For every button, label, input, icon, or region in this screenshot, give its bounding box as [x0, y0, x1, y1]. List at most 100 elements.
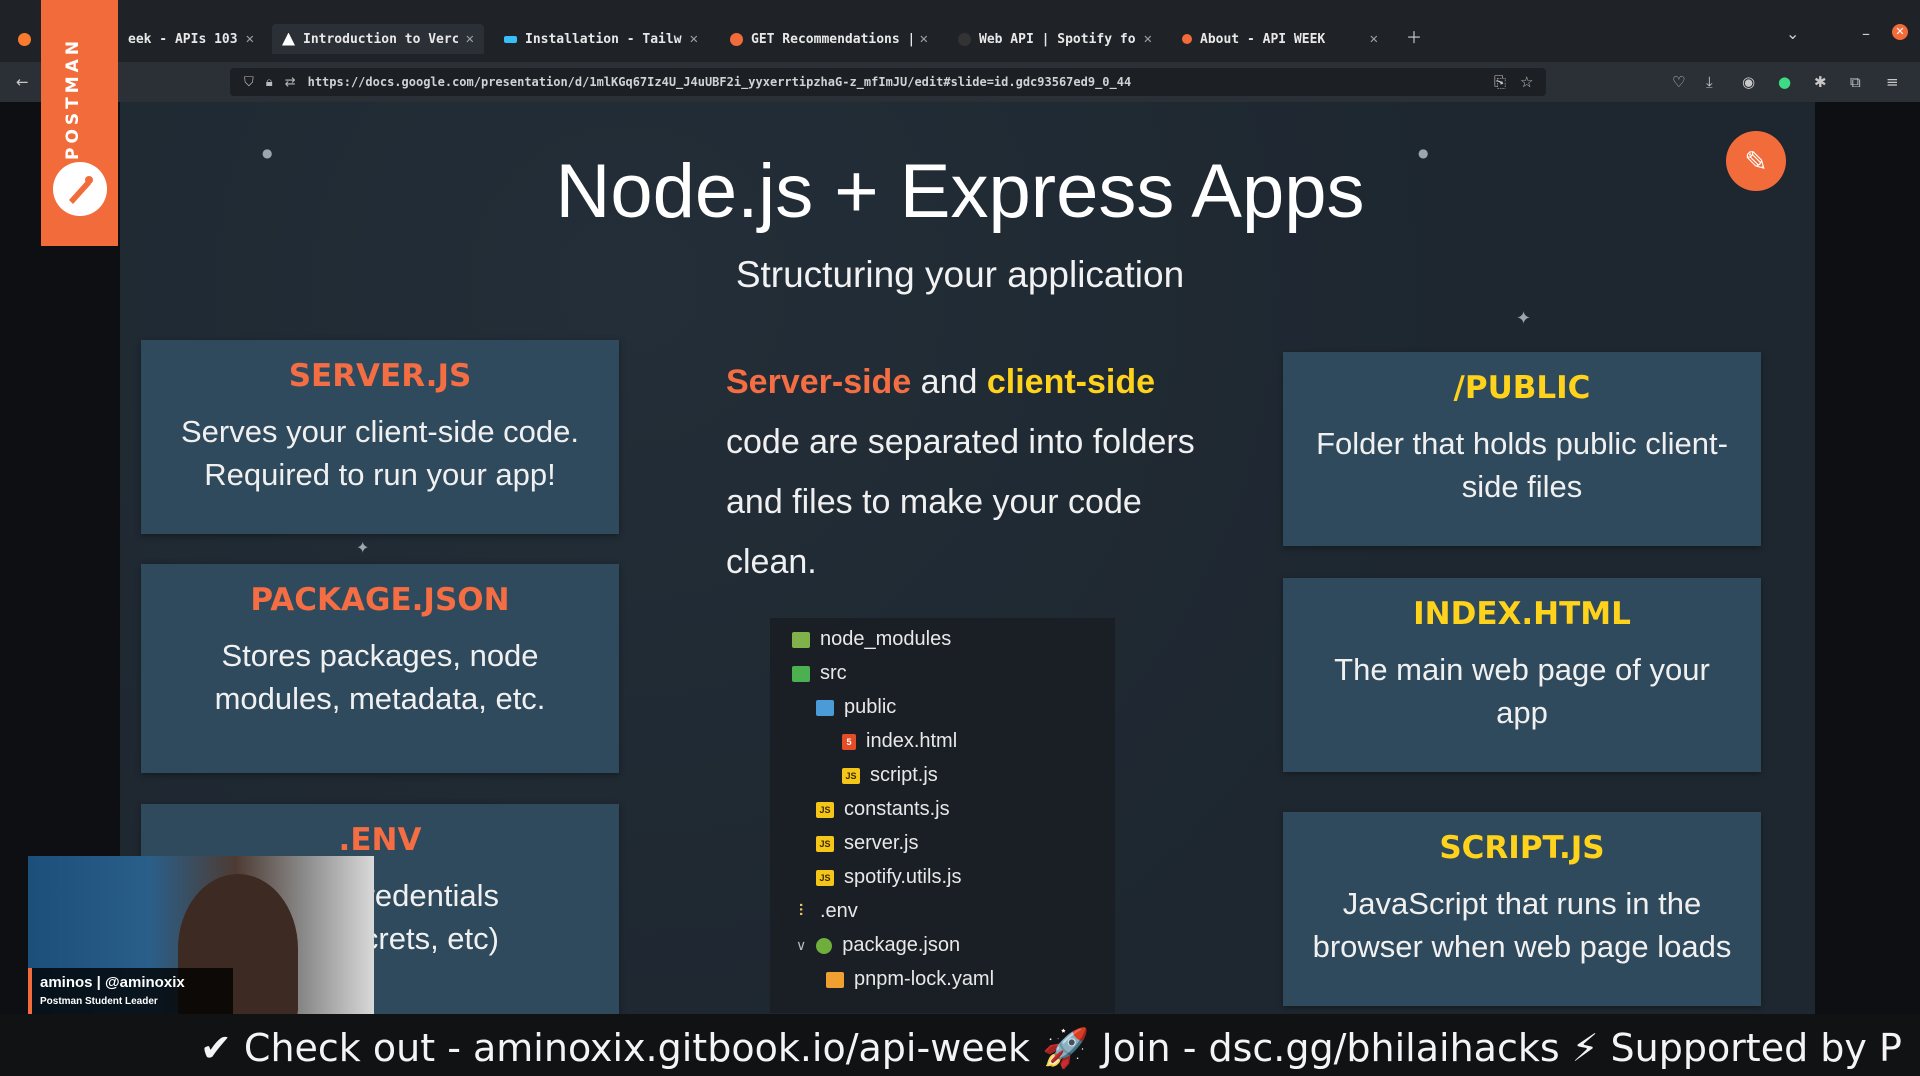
card-body: Serves your client-side code. Required t…	[180, 414, 580, 492]
close-window-button[interactable]: ✕	[1892, 24, 1908, 40]
tree-item-public: public	[816, 696, 896, 719]
tree-item-label: script.js	[870, 764, 938, 786]
tab-spotify[interactable]: Web API | Spotify for ✕	[948, 24, 1162, 54]
folder-icon	[792, 665, 810, 682]
tree-item-src: src	[792, 662, 847, 685]
tab-get-recommendations[interactable]: GET Recommendations | ✕	[720, 24, 938, 54]
ticker-text: ✔ Check out - aminoxix.gitbook.io/api-we…	[200, 1026, 1902, 1070]
rocket-icon	[1182, 34, 1192, 44]
presenter-name-tag: aminos | @aminoxix Postman Student Leade…	[28, 968, 233, 1016]
lock-icon[interactable]: 🔒︎	[266, 75, 273, 90]
connector-text: and	[911, 363, 987, 401]
tab-about-api-week[interactable]: About - API WEEK ✕	[1172, 24, 1388, 54]
folder-icon	[816, 699, 834, 716]
js-file-icon: JS	[816, 869, 834, 886]
postman-logo-icon	[53, 162, 107, 216]
card-title: INDEX.HTML	[1413, 596, 1631, 632]
spotify-icon	[958, 32, 971, 46]
tree-item-label: constants.js	[844, 798, 950, 820]
card-body: The main web page of your app	[1334, 652, 1710, 730]
card-title: .ENV	[338, 822, 422, 858]
back-arrow-icon[interactable]: ←	[16, 73, 29, 91]
star-decoration: ✦	[356, 538, 370, 557]
tab-tailwind[interactable]: Installation - Tailwin ✕	[494, 24, 708, 54]
translate-icon[interactable]: ⎘	[1494, 73, 1506, 91]
paragraph-rest: code are separated into folders and file…	[726, 423, 1195, 581]
card-body: Folder that holds public client-side fil…	[1316, 426, 1728, 504]
tree-item-index-html: 5 index.html	[842, 730, 957, 753]
tree-item-label: pnpm-lock.yaml	[854, 968, 995, 990]
client-side-highlight: client-side	[986, 363, 1156, 401]
permissions-icon[interactable]: ⇄	[285, 75, 296, 90]
tab-list-chevron-icon[interactable]: ⌄	[1786, 24, 1799, 43]
url-text[interactable]: https://docs.google.com/presentation/d/1…	[308, 75, 1132, 89]
puzzle-icon[interactable]: ⧉	[1850, 73, 1861, 91]
tree-item-label: node_modules	[820, 628, 952, 650]
js-file-icon: JS	[816, 835, 834, 852]
tree-item-label: spotify.utils.js	[844, 866, 962, 888]
bookmark-star-icon[interactable]: ☆	[1520, 73, 1533, 91]
html-file-icon: 5	[842, 733, 856, 750]
minimize-button[interactable]: –	[1862, 24, 1870, 43]
download-icon[interactable]: ⤓	[1706, 73, 1713, 91]
close-icon[interactable]: ✕	[1370, 31, 1378, 47]
folder-icon	[792, 631, 810, 648]
menu-icon[interactable]: ≡	[1886, 73, 1899, 91]
tab-vercel[interactable]: Introduction to Vercel ✕	[272, 24, 484, 54]
card-body: Stores packages, node modules, metadata,…	[214, 638, 546, 716]
close-icon[interactable]: ✕	[1144, 31, 1152, 47]
tree-item-label: .env	[820, 900, 858, 922]
browser-tab-bar: eek - APIs 103: E ✕ Introduction to Verc…	[0, 0, 1920, 62]
yaml-file-icon	[826, 971, 844, 988]
star-decoration: ✦	[1516, 308, 1532, 329]
postman-banner: POSTMAN	[41, 0, 118, 246]
tree-item-env: ⫶ .env	[792, 900, 858, 923]
tab-label: About - API WEEK	[1200, 31, 1326, 47]
close-icon[interactable]: ✕	[920, 31, 928, 47]
tab-apis-103[interactable]: eek - APIs 103: E ✕	[118, 24, 264, 54]
presenter-role: Postman Student Leader	[40, 996, 158, 1007]
account-icon[interactable]: ◉	[1742, 73, 1755, 91]
node-package-icon	[816, 937, 833, 954]
tab-label: Introduction to Vercel	[303, 31, 458, 47]
postman-icon	[730, 32, 743, 46]
tailwind-icon	[504, 35, 517, 43]
settings-sliders-icon: ⫶	[798, 902, 803, 920]
server-js-card: SERVER.JS Serves your client-side code. …	[141, 340, 619, 534]
card-title: PACKAGE.JSON	[250, 582, 510, 618]
extension-icon[interactable]: ●	[1778, 73, 1791, 91]
tab-label: GET Recommendations |	[751, 31, 912, 47]
js-file-icon: JS	[816, 801, 834, 818]
card-title: /PUBLIC	[1453, 370, 1591, 406]
index-html-card: INDEX.HTML The main web page of your app	[1283, 578, 1761, 772]
firefox-icon[interactable]	[8, 24, 40, 54]
close-icon[interactable]: ✕	[246, 31, 254, 47]
webcam-feed: aminos | @aminoxix Postman Student Leade…	[28, 856, 374, 1016]
close-icon[interactable]: ✕	[690, 31, 698, 47]
tab-label: Web API | Spotify for	[979, 31, 1136, 47]
tree-item-label: public	[844, 696, 897, 718]
edit-pen-icon[interactable]: ✎	[1726, 131, 1786, 191]
middle-paragraph: Server-side and client-side code are sep…	[726, 352, 1206, 592]
script-js-card: SCRIPT.JS JavaScript that runs in the br…	[1283, 812, 1761, 1006]
address-bar[interactable]: ⛉ 🔒︎ ⇄ https://docs.google.com/presentat…	[230, 68, 1546, 96]
tree-item-script-js: JS script.js	[842, 764, 938, 787]
card-title: SERVER.JS	[288, 358, 472, 394]
tree-item-spotify-utils-js: JS spotify.utils.js	[816, 866, 961, 889]
tab-label: Installation - Tailwin	[525, 31, 682, 47]
shield-icon[interactable]: ⛉	[244, 75, 254, 90]
presenter-name: aminos | @aminoxix	[40, 974, 185, 991]
card-title: SCRIPT.JS	[1439, 830, 1605, 866]
tree-item-label: index.html	[866, 730, 958, 752]
public-folder-card: /PUBLIC Folder that holds public client-…	[1283, 352, 1761, 546]
new-tab-button[interactable]: ＋	[1406, 24, 1422, 48]
postman-wordmark: POSTMAN	[63, 36, 83, 160]
tree-item-pnpm-lock: pnpm-lock.yaml	[826, 968, 994, 991]
tree-item-node-modules: node_modules	[792, 628, 951, 651]
pocket-icon[interactable]: ♡	[1672, 73, 1685, 91]
close-icon[interactable]: ✕	[466, 31, 474, 47]
bottom-ticker: ✔ Check out - aminoxix.gitbook.io/api-we…	[0, 1014, 1920, 1076]
tree-item-label: package.json	[842, 934, 961, 956]
card-body: JavaScript that runs in the browser when…	[1312, 886, 1732, 964]
gear-icon[interactable]: ✱	[1814, 73, 1827, 91]
